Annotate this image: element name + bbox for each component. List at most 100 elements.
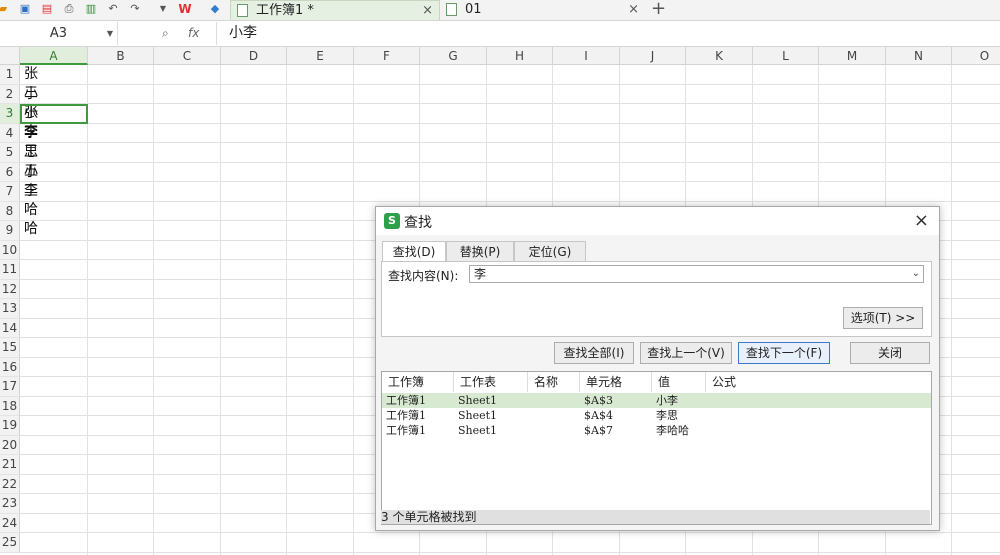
column-header-k[interactable]: K bbox=[686, 47, 753, 65]
formula-input[interactable]: 小李 bbox=[216, 22, 1000, 45]
grid-line bbox=[353, 65, 354, 555]
row-header-5[interactable]: 5 bbox=[0, 143, 20, 163]
grid-line bbox=[20, 142, 1000, 143]
column-header-j[interactable]: J bbox=[620, 47, 686, 65]
result-row[interactable]: 工作簿1 Sheet1 $A$7 李哈哈 bbox=[382, 423, 931, 438]
formula-bar: A3 ▼ ⌕ fx 小李 bbox=[0, 22, 1000, 47]
result-row[interactable]: 工作簿1 Sheet1 $A$3 小李 bbox=[382, 393, 931, 408]
column-header-o[interactable]: O bbox=[952, 47, 1000, 65]
row-header-23[interactable]: 23 bbox=[0, 494, 20, 514]
find-all-button[interactable]: 查找全部(I) bbox=[554, 342, 634, 364]
row-header-22[interactable]: 22 bbox=[0, 474, 20, 494]
column-header-f[interactable]: F bbox=[354, 47, 420, 65]
row-header-16[interactable]: 16 bbox=[0, 357, 20, 377]
result-book: 工作簿1 bbox=[386, 394, 426, 407]
row-header-17[interactable]: 17 bbox=[0, 377, 20, 397]
function-icon[interactable]: fx bbox=[188, 22, 199, 45]
chevron-down-icon[interactable]: ⌄ bbox=[912, 266, 920, 282]
row-header-24[interactable]: 24 bbox=[0, 513, 20, 533]
export-pdf-icon[interactable]: ▤ bbox=[40, 2, 54, 16]
row-header-7[interactable]: 7 bbox=[0, 182, 20, 202]
row-header-15[interactable]: 15 bbox=[0, 338, 20, 358]
close-icon[interactable]: × bbox=[914, 210, 929, 231]
print-icon[interactable]: ⎙ bbox=[62, 2, 76, 16]
row-header-12[interactable]: 12 bbox=[0, 279, 20, 299]
results-list[interactable]: 工作簿 工作表 名称 单元格 值 公式 工作簿1 Sheet1 $A$3 小李 工作簿1… bbox=[381, 371, 932, 525]
column-header-e[interactable]: E bbox=[287, 47, 354, 65]
row-header-13[interactable]: 13 bbox=[0, 299, 20, 319]
row-header-18[interactable]: 18 bbox=[0, 396, 20, 416]
row-header-6[interactable]: 6 bbox=[0, 162, 20, 182]
print-preview-icon[interactable]: ▥ bbox=[84, 2, 98, 16]
result-row[interactable]: 工作簿1 Sheet1 $A$4 李思 bbox=[382, 408, 931, 423]
row-header-21[interactable]: 21 bbox=[0, 455, 20, 475]
cell-a2[interactable]: 小张 bbox=[24, 85, 38, 121]
row-header-9[interactable]: 9 bbox=[0, 221, 20, 241]
row-header-25[interactable]: 25 bbox=[0, 533, 20, 553]
selected-cell-outline bbox=[20, 104, 88, 124]
row-header-1[interactable]: 1 bbox=[0, 65, 20, 85]
close-button[interactable]: 关闭 bbox=[850, 342, 930, 364]
tab-find[interactable]: 查找(D) bbox=[382, 241, 446, 262]
grid-line bbox=[87, 65, 88, 555]
tab-replace[interactable]: 替换(P) bbox=[446, 241, 514, 261]
result-book: 工作簿1 bbox=[386, 409, 426, 422]
column-header[interactable]: 单元格 bbox=[580, 372, 652, 392]
column-header-b[interactable]: B bbox=[88, 47, 154, 65]
column-header-m[interactable]: M bbox=[819, 47, 886, 65]
tab-goto[interactable]: 定位(G) bbox=[514, 241, 586, 261]
column-header-g[interactable]: G bbox=[420, 47, 487, 65]
undo-icon[interactable]: ↶ bbox=[106, 2, 120, 16]
row-header-3[interactable]: 3 bbox=[0, 104, 20, 124]
find-next-button[interactable]: 查找下一个(F) bbox=[738, 342, 830, 364]
column-header[interactable]: 名称 bbox=[528, 372, 580, 392]
more-icon[interactable]: ▼ bbox=[156, 2, 170, 16]
column-header-d[interactable]: D bbox=[221, 47, 287, 65]
chevron-down-icon[interactable]: ▼ bbox=[107, 22, 113, 45]
find-previous-button[interactable]: 查找上一个(V) bbox=[640, 342, 732, 364]
cell-a5[interactable]: 王五 bbox=[24, 143, 38, 179]
grid-line bbox=[20, 532, 1000, 533]
save-icon[interactable]: ▣ bbox=[18, 2, 32, 16]
row-header-20[interactable]: 20 bbox=[0, 435, 20, 455]
sheet-file-icon bbox=[237, 4, 248, 17]
wps-logo-icon[interactable]: W bbox=[178, 2, 192, 16]
row-header-11[interactable]: 11 bbox=[0, 260, 20, 280]
cell-a4[interactable]: 李思 bbox=[24, 124, 38, 160]
find-input[interactable]: 李 ⌄ bbox=[469, 265, 924, 283]
tab-01[interactable]: 01 × bbox=[440, 0, 645, 20]
open-icon[interactable]: ▰ bbox=[0, 2, 10, 16]
grid-line bbox=[153, 65, 154, 555]
row-header-19[interactable]: 19 bbox=[0, 416, 20, 436]
zoom-icon[interactable]: ⌕ bbox=[162, 22, 169, 45]
cell-a7[interactable]: 李哈哈 bbox=[24, 182, 38, 237]
column-header-h[interactable]: H bbox=[487, 47, 553, 65]
new-tab-button[interactable]: + bbox=[651, 0, 666, 19]
cell-a6[interactable]: 小王 bbox=[24, 163, 38, 199]
cloud-cube-icon[interactable]: ◆ bbox=[208, 2, 222, 16]
column-header-a[interactable]: A bbox=[20, 47, 88, 65]
cell-a1[interactable]: 张三 bbox=[24, 65, 38, 101]
column-header[interactable]: 工作簿 bbox=[382, 372, 454, 392]
redo-icon[interactable]: ↷ bbox=[128, 2, 142, 16]
column-header[interactable]: 值 bbox=[652, 372, 706, 392]
row-header-10[interactable]: 10 bbox=[0, 240, 20, 260]
column-header[interactable]: 公式 bbox=[706, 372, 931, 392]
column-header-c[interactable]: C bbox=[154, 47, 221, 65]
column-header-n[interactable]: N bbox=[886, 47, 952, 65]
row-header-14[interactable]: 14 bbox=[0, 318, 20, 338]
name-box[interactable]: A3 ▼ bbox=[0, 22, 118, 45]
row-header-8[interactable]: 8 bbox=[0, 201, 20, 221]
select-all-corner[interactable] bbox=[0, 47, 20, 65]
close-tab-icon[interactable]: × bbox=[422, 1, 433, 21]
grid-line bbox=[20, 122, 1000, 124]
options-button[interactable]: 选项(T) >> bbox=[843, 307, 923, 329]
row-header-4[interactable]: 4 bbox=[0, 123, 20, 143]
tab-workbook1[interactable]: 工作簿1 * × bbox=[230, 0, 440, 20]
close-tab-icon[interactable]: × bbox=[628, 0, 639, 20]
column-header-l[interactable]: L bbox=[753, 47, 819, 65]
column-header[interactable]: 工作表 bbox=[454, 372, 528, 392]
result-sheet: Sheet1 bbox=[458, 424, 498, 437]
row-header-2[interactable]: 2 bbox=[0, 84, 20, 104]
column-header-i[interactable]: I bbox=[553, 47, 620, 65]
